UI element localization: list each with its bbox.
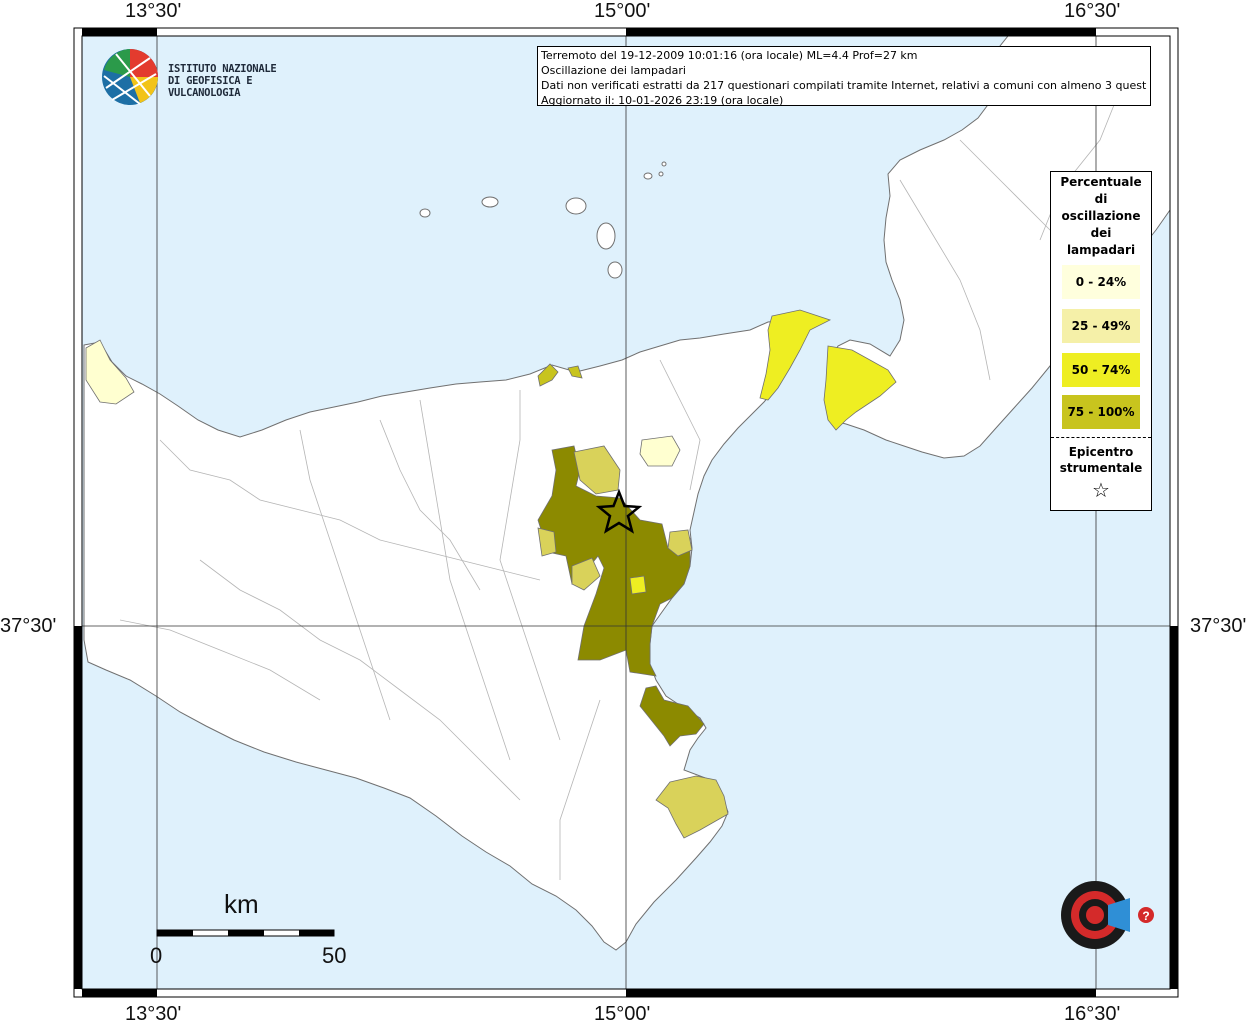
legend-star-icon: ☆ [1092, 478, 1110, 502]
lat-label-left: 37°30' [0, 615, 57, 637]
legend-epicenter-line: Epicentro [1068, 445, 1134, 459]
area-0-24-north [639, 435, 681, 467]
lat-label-right: 37°30' [1190, 615, 1247, 637]
legend-class-label: 0 - 24% [1075, 275, 1127, 289]
legend-title-line: lampadari [1066, 243, 1136, 257]
legend-title-line: di [1094, 192, 1108, 206]
legend-title-line: dei [1090, 226, 1112, 240]
svg-text:?: ? [1142, 909, 1149, 923]
info-updated-line: Aggiornato il: 10-01-2026 23:19 (ora loc… [541, 94, 784, 107]
legend-title: Percentuale di oscillazione dei lampadar… [1051, 174, 1151, 259]
lon-label-top-3: 16°30' [1064, 0, 1121, 22]
legend-title-line: Percentuale [1060, 175, 1142, 189]
legend-class-50-74: 50 - 74% [1062, 353, 1140, 387]
legend-class-label: 50 - 74% [1071, 363, 1131, 377]
scale-bar [156, 929, 335, 937]
area-25-49-small [629, 575, 647, 595]
legend-epicenter-label: Epicentro strumentale [1051, 444, 1151, 476]
legend-separator [1051, 437, 1151, 438]
ingv-name-line1: ISTITUTO NAZIONALE [168, 63, 277, 75]
legend-class-0-24: 0 - 24% [1062, 265, 1140, 299]
ingv-name-line2: DI GEOFISICA E VULCANOLOGIA [168, 75, 253, 99]
lon-label-bottom-2: 15°00' [594, 1003, 651, 1025]
info-event-line: Terremoto del 19-12-2009 10:01:16 (ora l… [541, 49, 918, 62]
info-data-note: Dati non verificati estratti da 217 ques… [541, 79, 1147, 92]
lon-label-bottom-3: 16°30' [1064, 1003, 1121, 1025]
intensity-map: ? [73, 27, 1179, 998]
legend-title-line: oscillazione [1061, 209, 1141, 223]
lon-label-bottom-1: 13°30' [125, 1003, 182, 1025]
scale-end-label: 50 [322, 943, 347, 968]
legend-epicenter-line: strumentale [1059, 461, 1143, 475]
legend-class-label: 25 - 49% [1071, 319, 1131, 333]
info-subject-line: Oscillazione dei lampadari [541, 64, 686, 77]
legend-class-25-49: 25 - 49% [1062, 309, 1140, 343]
legend-class-label: 75 - 100% [1067, 405, 1135, 419]
scale-start-label: 0 [150, 943, 163, 968]
lon-label-top-2: 15°00' [594, 0, 651, 22]
scale-unit-label: km [224, 889, 259, 919]
ingv-logo: ISTITUTO NAZIONALE DI GEOFISICA E VULCAN… [100, 48, 330, 110]
legend-class-75-100: 75 - 100% [1062, 395, 1140, 429]
earthquake-info-box: Terremoto del 19-12-2009 10:01:16 (ora l… [537, 46, 1151, 107]
legend: Percentuale di oscillazione dei lampadar… [1050, 171, 1152, 511]
lon-label-top-1: 13°30' [125, 0, 182, 22]
